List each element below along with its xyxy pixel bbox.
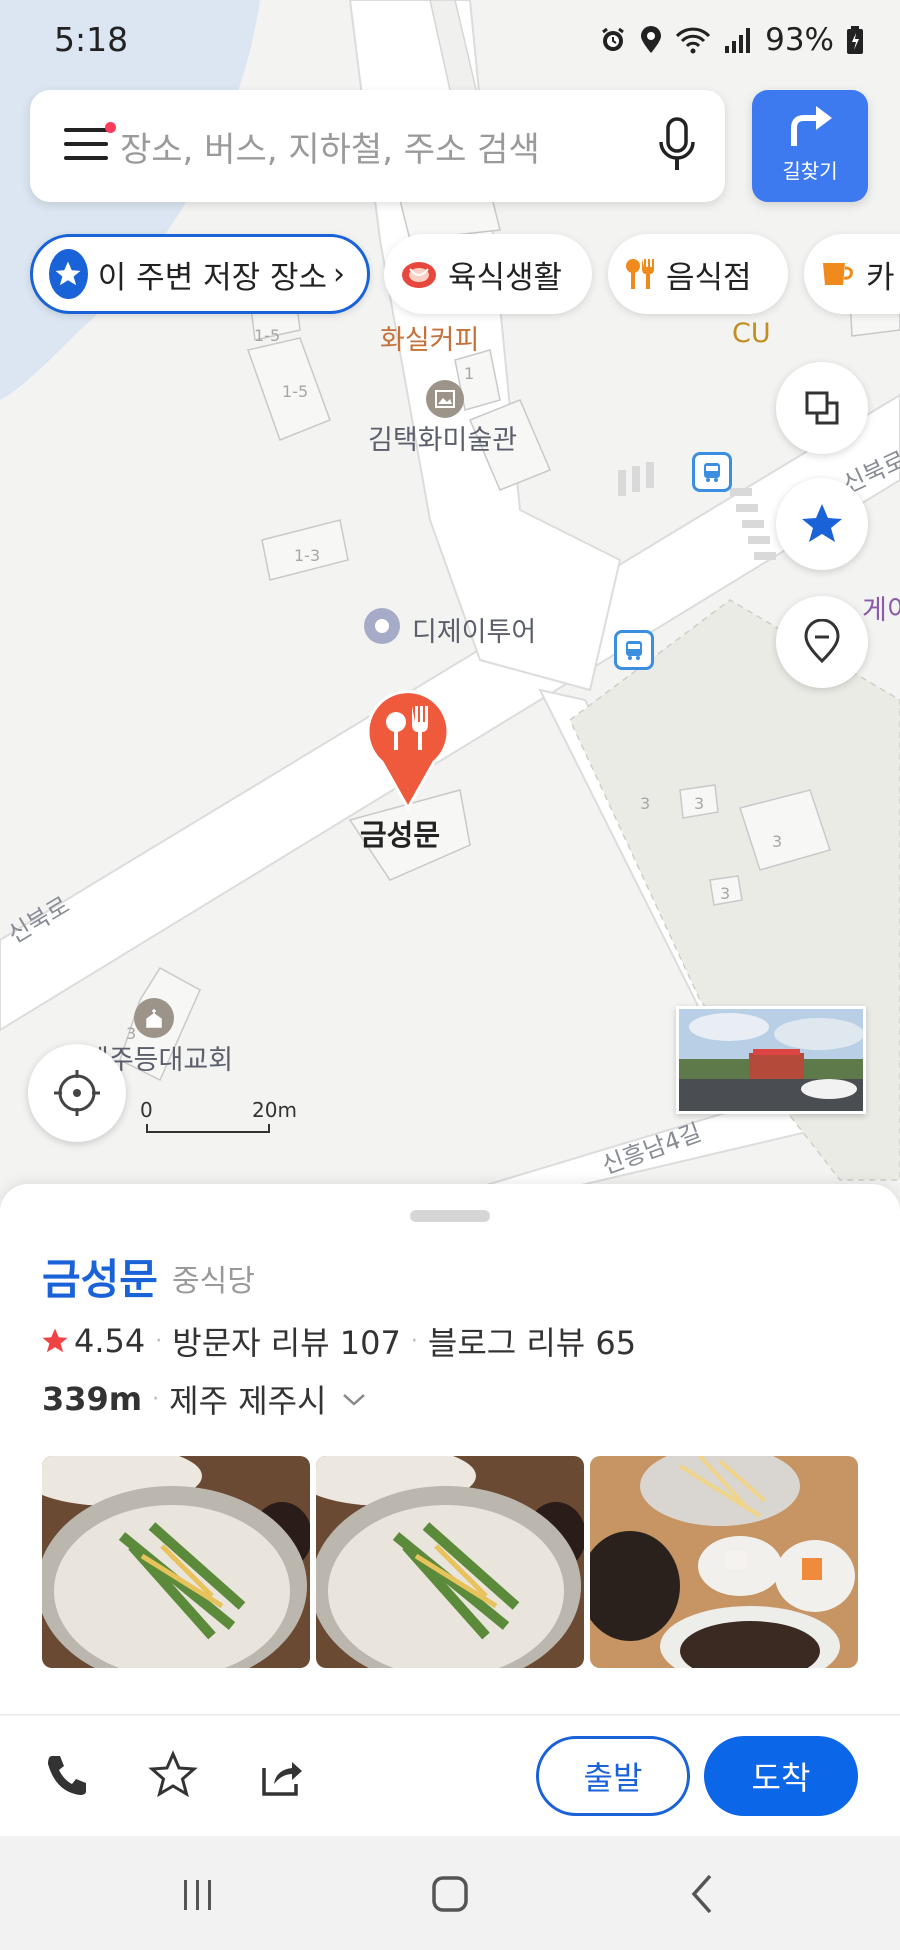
pin-button[interactable] bbox=[776, 596, 868, 688]
map-scale: 0 20m bbox=[140, 1098, 300, 1138]
star-icon bbox=[49, 249, 88, 299]
route-button[interactable]: 길찾기 bbox=[752, 90, 868, 202]
building-number: 1-5 bbox=[282, 382, 309, 401]
chip-cafe[interactable]: 카 bbox=[804, 234, 900, 314]
back-icon[interactable] bbox=[672, 1864, 732, 1924]
restaurant-icon bbox=[624, 257, 656, 291]
chip-restaurant-label: 음식점 bbox=[666, 259, 752, 296]
place-name[interactable]: 금성문 bbox=[42, 1246, 158, 1307]
building-number: 3 bbox=[126, 1024, 137, 1043]
distance-value: 339m bbox=[42, 1380, 143, 1418]
chip-saved-places[interactable]: 이 주변 저장 장소 › bbox=[30, 234, 370, 314]
status-bar: 5:18 93% bbox=[0, 0, 900, 82]
crosshair-icon bbox=[54, 1070, 100, 1116]
sheet-drag-handle[interactable] bbox=[410, 1210, 490, 1222]
layers-button[interactable] bbox=[776, 362, 868, 454]
favorites-button[interactable] bbox=[776, 478, 868, 570]
scale-max: 20m bbox=[252, 1098, 297, 1122]
street-view-thumbnail[interactable] bbox=[676, 1006, 866, 1114]
map-pin-icon bbox=[804, 619, 840, 664]
status-time: 5:18 bbox=[54, 20, 129, 59]
phone-icon[interactable] bbox=[42, 1750, 92, 1800]
building-number: 1-3 bbox=[294, 546, 321, 565]
marker-label: 금성문 bbox=[360, 818, 441, 852]
battery-percent: 93% bbox=[765, 22, 834, 58]
search-bar[interactable]: 장소, 버스, 지하철, 주소 검색 bbox=[30, 90, 725, 202]
alarm-icon bbox=[602, 27, 624, 51]
signal-icon bbox=[725, 28, 751, 53]
place-photo[interactable] bbox=[42, 1456, 310, 1668]
church-icon bbox=[134, 998, 174, 1038]
chip-cafe-label: 카 bbox=[866, 259, 895, 296]
arrive-button[interactable]: 도착 bbox=[704, 1736, 858, 1816]
route-button-label: 길찾기 bbox=[782, 159, 838, 183]
share-icon[interactable] bbox=[256, 1750, 306, 1800]
museum-icon bbox=[426, 380, 464, 418]
menu-icon[interactable] bbox=[64, 122, 116, 164]
search-placeholder[interactable]: 장소, 버스, 지하철, 주소 검색 bbox=[120, 122, 540, 171]
chip-meat[interactable]: 육식생활 bbox=[384, 234, 592, 314]
map-label-tour[interactable]: 디제이투어 bbox=[412, 610, 536, 649]
chip-saved-label: 이 주변 저장 장소 bbox=[97, 259, 327, 296]
star-outline-icon[interactable] bbox=[148, 1750, 198, 1800]
building-number: 3 bbox=[720, 884, 731, 903]
map-label-museum[interactable]: 김택화미술관 bbox=[368, 418, 517, 457]
building-number: 1-5 bbox=[254, 326, 281, 345]
meat-icon bbox=[400, 257, 438, 291]
wifi-icon bbox=[676, 27, 711, 54]
map-label-cafe[interactable]: 화실커피 bbox=[380, 318, 479, 357]
my-location-button[interactable] bbox=[28, 1044, 126, 1142]
bus-stop-icon[interactable] bbox=[614, 630, 654, 670]
battery-icon bbox=[847, 26, 863, 54]
start-button[interactable]: 출발 bbox=[536, 1736, 690, 1816]
cafe-icon bbox=[820, 259, 856, 289]
notification-dot bbox=[105, 122, 116, 133]
building-number: 3 bbox=[772, 832, 783, 851]
home-icon[interactable] bbox=[420, 1864, 480, 1924]
distance-row: 339m · 제주 제주시 bbox=[42, 1376, 369, 1422]
sheet-divider bbox=[0, 1714, 900, 1716]
visitor-reviews[interactable]: 방문자 리뷰 107 bbox=[172, 1318, 401, 1364]
building-number: 1 bbox=[464, 364, 475, 383]
rating-row: 4.54 · 방문자 리뷰 107 · 블로그 리뷰 65 bbox=[40, 1318, 636, 1364]
microphone-icon[interactable] bbox=[657, 116, 697, 174]
star-icon bbox=[42, 1328, 68, 1353]
recent-apps-icon[interactable] bbox=[168, 1864, 228, 1924]
chip-restaurant[interactable]: 음식점 bbox=[608, 234, 788, 314]
location-icon bbox=[641, 26, 662, 53]
chevron-right-icon: › bbox=[333, 256, 345, 292]
place-photo[interactable] bbox=[316, 1456, 584, 1668]
map-label-gate[interactable]: 게이 bbox=[862, 588, 900, 627]
region-text[interactable]: 제주 제주시 bbox=[169, 1376, 326, 1422]
chip-meat-label: 육식생활 bbox=[448, 259, 563, 296]
system-nav-bar bbox=[0, 1836, 900, 1950]
layers-icon bbox=[805, 391, 839, 425]
building-number: 3 bbox=[694, 794, 705, 813]
place-category: 중식당 bbox=[172, 1264, 255, 1299]
tour-poi-icon bbox=[364, 608, 400, 644]
chevron-down-icon[interactable] bbox=[339, 1389, 369, 1409]
place-photo[interactable] bbox=[590, 1456, 858, 1668]
star-icon bbox=[802, 504, 842, 542]
blog-reviews[interactable]: 블로그 리뷰 65 bbox=[428, 1318, 636, 1364]
bus-stop-icon[interactable] bbox=[692, 452, 732, 492]
rating-value: 4.54 bbox=[74, 1322, 146, 1360]
building-number: 3 bbox=[640, 794, 651, 813]
map-label-cu[interactable]: CU bbox=[732, 318, 771, 349]
route-arrow-icon bbox=[791, 106, 832, 146]
restaurant-marker-icon[interactable] bbox=[362, 684, 454, 812]
place-bottom-sheet[interactable]: 금성문 중식당 4.54 · 방문자 리뷰 107 · 블로그 리뷰 65 33… bbox=[0, 1184, 900, 1836]
scale-zero: 0 bbox=[140, 1098, 153, 1122]
